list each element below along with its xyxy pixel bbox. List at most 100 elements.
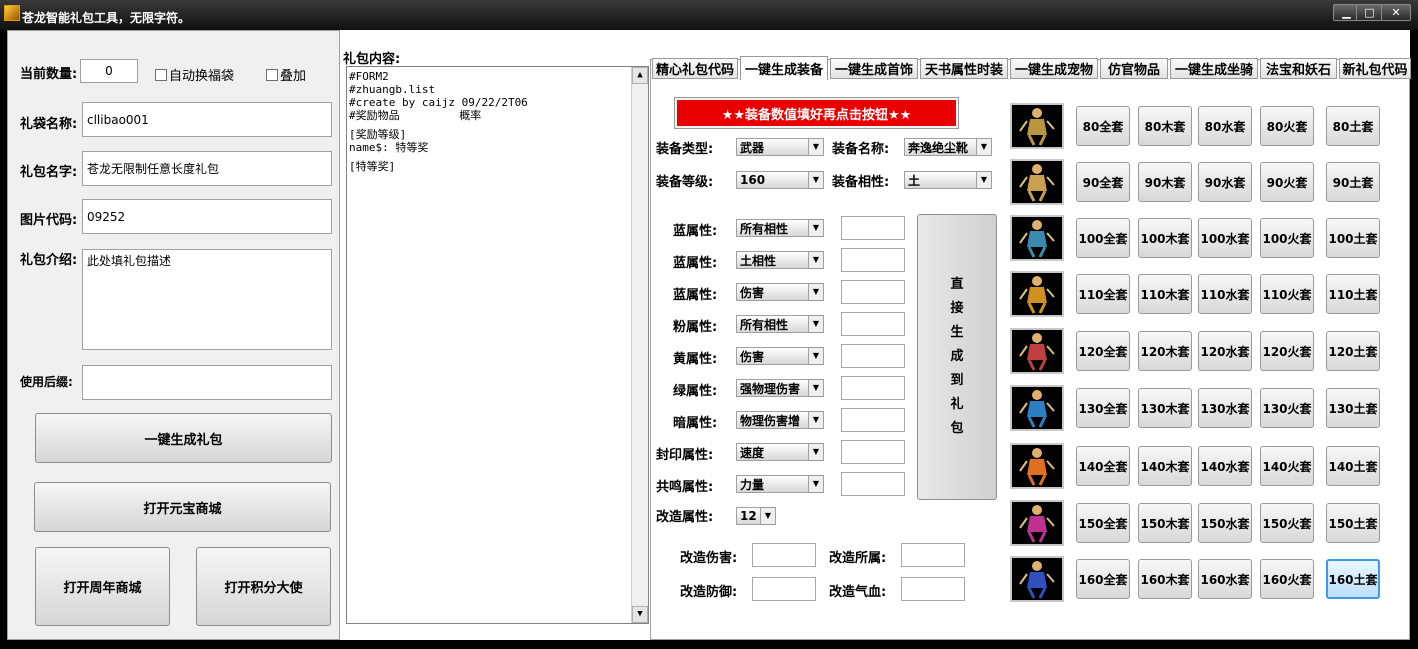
- pack-content-textarea[interactable]: #FORM2 #zhuangb.list #create by caijz 09/2…: [346, 66, 649, 624]
- tab-new-gift-code[interactable]: 新礼包代码: [1339, 58, 1411, 79]
- set-button-150-3[interactable]: 150火套: [1260, 503, 1314, 543]
- equip-phase-select[interactable]: 土 ▼: [904, 171, 992, 189]
- open-anniversary-mall-button[interactable]: 打开周年商城: [35, 547, 170, 626]
- set-button-150-1[interactable]: 150木套: [1138, 503, 1192, 543]
- intro-textarea[interactable]: 此处填礼包描述: [82, 249, 332, 350]
- set-button-130-4[interactable]: 130土套: [1326, 388, 1380, 428]
- tab-gift-code[interactable]: 精心礼包代码: [652, 58, 738, 79]
- content-scrollbar[interactable]: ▲ ▼: [631, 67, 648, 623]
- set-button-120-4[interactable]: 120土套: [1326, 331, 1380, 371]
- set-button-110-3[interactable]: 110火套: [1260, 274, 1314, 314]
- set-button-130-1[interactable]: 130木套: [1138, 388, 1192, 428]
- set-button-160-0[interactable]: 160全套: [1076, 559, 1130, 599]
- tab-tianshu-fashion[interactable]: 天书属性时装: [920, 58, 1008, 79]
- attr-value-input[interactable]: [841, 248, 905, 272]
- attr-value-input[interactable]: [841, 376, 905, 400]
- reform-phase-input[interactable]: [901, 543, 965, 567]
- set-button-100-3[interactable]: 100火套: [1260, 218, 1314, 258]
- set-button-140-0[interactable]: 140全套: [1076, 446, 1130, 486]
- set-button-130-0[interactable]: 130全套: [1076, 388, 1130, 428]
- attr-select[interactable]: 所有相性 ▼: [736, 315, 824, 333]
- set-button-150-0[interactable]: 150全套: [1076, 503, 1130, 543]
- attr-select[interactable]: 伤害 ▼: [736, 347, 824, 365]
- stack-checkbox-box[interactable]: [266, 68, 278, 81]
- chevron-down-icon[interactable]: ▼: [808, 444, 823, 460]
- chevron-down-icon[interactable]: ▼: [808, 172, 823, 188]
- maximize-button[interactable]: □: [1356, 4, 1383, 21]
- bag-name-input[interactable]: cllibao001: [82, 102, 332, 137]
- auto-bag-checkbox[interactable]: 自动换福袋: [155, 65, 234, 84]
- set-button-80-4[interactable]: 80土套: [1326, 106, 1380, 146]
- set-button-90-3[interactable]: 90火套: [1260, 162, 1314, 202]
- count-input[interactable]: 0: [80, 59, 138, 83]
- chevron-down-icon[interactable]: ▼: [976, 139, 991, 155]
- attr-value-input[interactable]: [841, 280, 905, 304]
- chevron-down-icon[interactable]: ▼: [808, 220, 823, 236]
- reform-defense-input[interactable]: [752, 577, 816, 601]
- set-button-130-3[interactable]: 130火套: [1260, 388, 1314, 428]
- equip-type-select[interactable]: 武器 ▼: [736, 138, 824, 156]
- chevron-down-icon[interactable]: ▼: [808, 412, 823, 428]
- reform-hp-input[interactable]: [901, 577, 965, 601]
- set-button-140-3[interactable]: 140火套: [1260, 446, 1314, 486]
- set-button-100-2[interactable]: 100水套: [1198, 218, 1252, 258]
- attr-value-input[interactable]: [841, 216, 905, 240]
- stack-checkbox[interactable]: 叠加: [266, 65, 306, 84]
- set-button-80-2[interactable]: 80水套: [1198, 106, 1252, 146]
- attr-value-input[interactable]: [841, 440, 905, 464]
- equip-name-select[interactable]: 奔逸绝尘靴 ▼: [904, 138, 992, 156]
- set-button-120-1[interactable]: 120木套: [1138, 331, 1192, 371]
- set-button-90-2[interactable]: 90水套: [1198, 162, 1252, 202]
- set-button-120-3[interactable]: 120火套: [1260, 331, 1314, 371]
- close-button[interactable]: ✕: [1381, 4, 1411, 21]
- set-button-160-1[interactable]: 160木套: [1138, 559, 1192, 599]
- chevron-down-icon[interactable]: ▼: [760, 508, 775, 524]
- set-button-100-0[interactable]: 100全套: [1076, 218, 1130, 258]
- set-button-80-3[interactable]: 80火套: [1260, 106, 1314, 146]
- set-button-80-1[interactable]: 80木套: [1138, 106, 1192, 146]
- attr-value-input[interactable]: [841, 472, 905, 496]
- set-button-140-1[interactable]: 140木套: [1138, 446, 1192, 486]
- scroll-up-icon[interactable]: ▲: [632, 67, 648, 84]
- reform-attr-select[interactable]: 12 ▼: [736, 507, 776, 525]
- tab-official-items[interactable]: 仿官物品: [1100, 58, 1168, 79]
- set-button-150-2[interactable]: 150水套: [1198, 503, 1252, 543]
- chevron-down-icon[interactable]: ▼: [808, 316, 823, 332]
- set-button-90-1[interactable]: 90木套: [1138, 162, 1192, 202]
- attr-select[interactable]: 物理伤害增 ▼: [736, 411, 824, 429]
- set-button-160-3[interactable]: 160火套: [1260, 559, 1314, 599]
- fill-values-button[interactable]: ★★装备数值填好再点击按钮★★: [674, 97, 959, 129]
- attr-value-input[interactable]: [841, 312, 905, 336]
- chevron-down-icon[interactable]: ▼: [808, 252, 823, 268]
- set-button-150-4[interactable]: 150土套: [1326, 503, 1380, 543]
- attr-select[interactable]: 土相性 ▼: [736, 251, 824, 269]
- set-button-130-2[interactable]: 130水套: [1198, 388, 1252, 428]
- chevron-down-icon[interactable]: ▼: [808, 476, 823, 492]
- chevron-down-icon[interactable]: ▼: [808, 348, 823, 364]
- set-button-160-4[interactable]: 160土套: [1326, 559, 1380, 599]
- attr-select[interactable]: 所有相性 ▼: [736, 219, 824, 237]
- set-button-110-4[interactable]: 110土套: [1326, 274, 1380, 314]
- tab-generate-equipment[interactable]: 一键生成装备: [740, 56, 828, 80]
- set-button-110-1[interactable]: 110木套: [1138, 274, 1192, 314]
- image-code-input[interactable]: 09252: [82, 199, 332, 234]
- open-yuanbao-mall-button[interactable]: 打开元宝商城: [34, 482, 331, 532]
- set-button-120-0[interactable]: 120全套: [1076, 331, 1130, 371]
- chevron-down-icon[interactable]: ▼: [808, 139, 823, 155]
- attr-select[interactable]: 力量 ▼: [736, 475, 824, 493]
- tab-generate-mount[interactable]: 一键生成坐骑: [1170, 58, 1258, 79]
- generate-pack-button[interactable]: 一键生成礼包: [35, 413, 332, 463]
- set-button-90-0[interactable]: 90全套: [1076, 162, 1130, 202]
- tab-artifact-stone[interactable]: 法宝和妖石: [1260, 58, 1337, 79]
- set-button-140-2[interactable]: 140水套: [1198, 446, 1252, 486]
- set-button-90-4[interactable]: 90土套: [1326, 162, 1380, 202]
- tab-generate-pet[interactable]: 一键生成宠物: [1010, 58, 1098, 79]
- set-button-120-2[interactable]: 120水套: [1198, 331, 1252, 371]
- attr-select[interactable]: 强物理伤害 ▼: [736, 379, 824, 397]
- generate-to-pack-button[interactable]: 直 接 生 成 到 礼 包: [917, 214, 997, 500]
- equip-level-select[interactable]: 160 ▼: [736, 171, 824, 189]
- attr-select[interactable]: 速度 ▼: [736, 443, 824, 461]
- set-button-100-4[interactable]: 100土套: [1326, 218, 1380, 258]
- attr-value-input[interactable]: [841, 408, 905, 432]
- set-button-160-2[interactable]: 160水套: [1198, 559, 1252, 599]
